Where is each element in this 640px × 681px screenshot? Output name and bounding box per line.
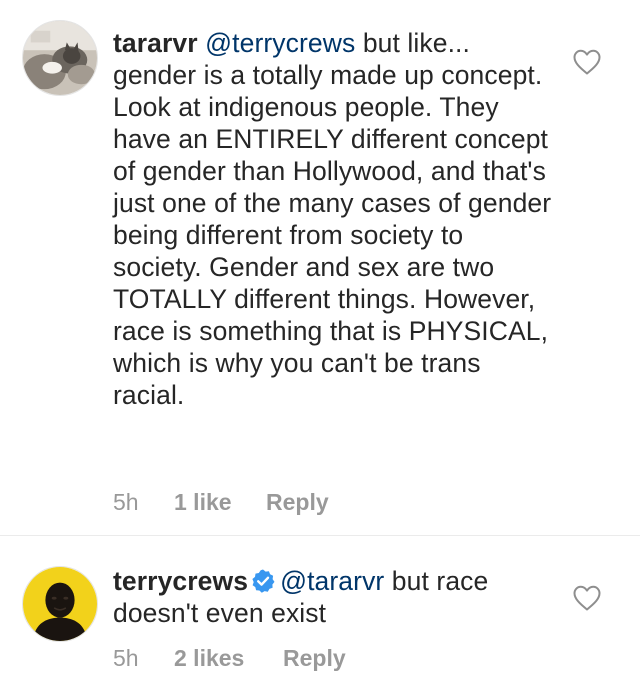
user-avatar[interactable] — [22, 566, 98, 642]
verified-badge-icon — [250, 568, 276, 594]
comment-item: tararvr @terrycrews but like... gender i… — [0, 0, 640, 536]
reply-button[interactable]: Reply — [266, 487, 329, 517]
comment-mention[interactable]: @terrycrews — [205, 28, 355, 58]
user-avatar[interactable] — [22, 20, 98, 96]
reply-button[interactable]: Reply — [283, 643, 346, 673]
comment-timestamp: 5h — [113, 645, 139, 671]
comment-text: terrycrews @tararvr but race doesn't even… — [113, 565, 553, 629]
comment-timestamp: 5h — [113, 489, 139, 515]
comment-body: but like... gender is a totally made up … — [113, 28, 552, 410]
comment-username[interactable]: terrycrews — [113, 566, 248, 596]
comment-likes-count[interactable]: 1 like — [174, 487, 232, 517]
comment-item: terrycrews @tararvr but race doesn't even… — [0, 536, 640, 681]
comment-likes-count[interactable]: 2 likes — [174, 643, 244, 673]
cat-photo-avatar-icon — [23, 21, 97, 95]
comment-text: tararvr @terrycrews but like... gender i… — [113, 27, 553, 411]
comment-mention[interactable]: @tararvr — [280, 566, 384, 596]
heart-outline-icon[interactable] — [573, 585, 601, 611]
comment-username[interactable]: tararvr — [113, 28, 198, 58]
heart-outline-icon[interactable] — [573, 49, 601, 75]
person-yellow-avatar-icon — [23, 567, 97, 641]
